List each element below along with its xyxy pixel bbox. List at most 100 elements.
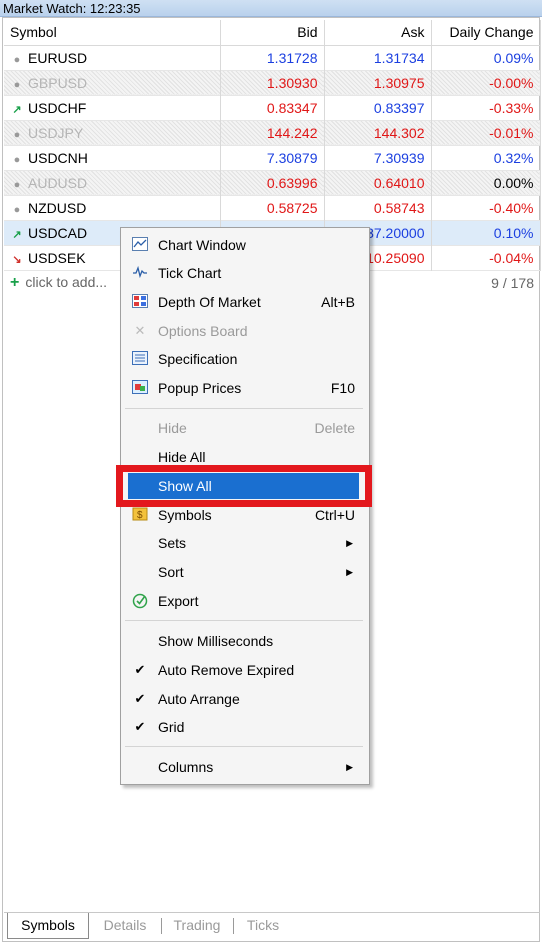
context-menu: Chart Window Tick Chart Depth Of Market … <box>120 227 370 785</box>
bid-value: 0.63996 <box>220 170 325 195</box>
menu-item-export[interactable]: Export <box>125 588 363 614</box>
symbol-name: NZDUSD <box>28 199 87 216</box>
ask-value: 0.58743 <box>324 195 432 220</box>
symbol-name: AUDUSD <box>28 174 88 191</box>
table-row[interactable]: ● NZDUSD 0.58725 0.58743 -0.40% <box>4 195 541 220</box>
symbol-name: USDCNH <box>28 149 88 166</box>
submenu-arrow-icon: ▶ <box>346 762 353 772</box>
tick-chart-icon <box>131 265 149 281</box>
symbol-name: GBPUSD <box>28 74 88 91</box>
tab-ticks[interactable]: Ticks <box>238 913 288 938</box>
options-board-icon: ✕ <box>134 323 146 338</box>
dot-icon: ● <box>13 53 21 66</box>
arrow-up-icon: ↗ <box>12 103 22 116</box>
table-row[interactable]: ● USDCNH 7.30879 7.30939 0.32% <box>4 145 541 170</box>
menu-item-auto-arrange[interactable]: ✔ Auto Arrange <box>125 686 363 712</box>
dot-icon: ● <box>13 78 21 91</box>
table-row[interactable]: ● GBPUSD 1.30930 1.30975 -0.00% <box>4 70 541 95</box>
symbols-icon: $ <box>131 507 149 523</box>
daily-change-value: 0.00% <box>431 170 541 195</box>
tab-separator <box>161 918 162 934</box>
add-symbol-label: click to add... <box>25 273 108 290</box>
arrow-down-icon: ↘ <box>12 253 22 266</box>
table-row[interactable]: ↗ USDCHF 0.83347 0.83397 -0.33% <box>4 95 541 120</box>
checkmark-icon: ✔ <box>134 691 146 706</box>
menu-item-tick-chart[interactable]: Tick Chart <box>125 260 363 286</box>
symbol-count: 9 / 178 <box>491 274 534 291</box>
ask-value: 0.83397 <box>324 95 432 120</box>
menu-separator <box>125 746 363 747</box>
bid-value: 0.58725 <box>220 195 325 220</box>
daily-change-value: -0.04% <box>431 245 541 270</box>
menu-item-show-all[interactable]: Show All <box>128 473 359 499</box>
column-header-bid[interactable]: Bid <box>220 20 325 46</box>
tab-symbols[interactable]: Symbols <box>7 913 89 939</box>
menu-separator <box>125 408 363 409</box>
menu-separator <box>125 620 363 621</box>
tab-details[interactable]: Details <box>94 913 156 938</box>
bid-value: 1.31728 <box>220 45 325 70</box>
dot-icon: ● <box>13 128 21 141</box>
menu-item-depth-of-market[interactable]: Depth Of Market Alt+B <box>125 289 363 315</box>
menu-item-chart-window[interactable]: Chart Window <box>125 232 363 258</box>
bid-value: 7.30879 <box>220 145 325 170</box>
popup-prices-icon <box>131 380 149 396</box>
daily-change-value: -0.00% <box>431 70 541 95</box>
menu-item-auto-remove-expired[interactable]: ✔ Auto Remove Expired <box>125 657 363 683</box>
symbol-name: USDJPY <box>28 124 84 141</box>
line-chart-icon <box>131 237 149 253</box>
window-title: Market Watch: 12:23:35 <box>0 0 542 17</box>
specification-icon <box>131 351 149 367</box>
menu-item-specification[interactable]: Specification <box>125 346 363 372</box>
ask-value: 7.30939 <box>324 145 432 170</box>
column-header-symbol[interactable]: Symbol <box>4 20 221 46</box>
tab-separator <box>233 918 234 934</box>
menu-item-sort[interactable]: Sort ▶ <box>125 559 363 585</box>
checkmark-icon: ✔ <box>134 662 146 677</box>
bottom-tab-bar: Symbols Details Trading Ticks <box>4 912 540 939</box>
dot-icon: ● <box>13 153 21 166</box>
submenu-arrow-icon: ▶ <box>346 567 353 577</box>
daily-change-value: 0.10% <box>431 220 541 245</box>
ask-value: 144.302 <box>324 120 432 145</box>
daily-change-value: -0.33% <box>431 95 541 120</box>
ask-value: 1.31734 <box>324 45 432 70</box>
table-row[interactable]: ● USDJPY 144.242 144.302 -0.01% <box>4 120 541 145</box>
table-row[interactable]: ● AUDUSD 0.63996 0.64010 0.00% <box>4 170 541 195</box>
symbol-name: USDSEK <box>28 249 86 266</box>
svg-text:$: $ <box>137 510 143 521</box>
depth-of-market-icon <box>131 294 149 310</box>
export-icon <box>131 593 149 609</box>
bid-value: 1.30930 <box>220 70 325 95</box>
daily-change-value: 0.09% <box>431 45 541 70</box>
arrow-up-icon: ↗ <box>12 228 22 241</box>
table-row[interactable]: ● EURUSD 1.31728 1.31734 0.09% <box>4 45 541 70</box>
menu-item-hide-all[interactable]: Hide All <box>125 444 363 470</box>
table-header: Symbol Bid Ask Daily Change <box>4 20 541 46</box>
column-header-ask[interactable]: Ask <box>324 20 432 46</box>
menu-item-popup-prices[interactable]: Popup Prices F10 <box>125 375 363 401</box>
menu-item-hide[interactable]: Hide Delete <box>125 415 363 441</box>
menu-item-sets[interactable]: Sets ▶ <box>125 530 363 556</box>
bid-value: 144.242 <box>220 120 325 145</box>
menu-item-columns[interactable]: Columns ▶ <box>125 754 363 780</box>
menu-item-options-board[interactable]: ✕ Options Board <box>125 318 363 344</box>
daily-change-value: 0.32% <box>431 145 541 170</box>
ask-value: 0.64010 <box>324 170 432 195</box>
tab-trading[interactable]: Trading <box>166 913 228 938</box>
menu-item-show-milliseconds[interactable]: Show Milliseconds <box>125 628 363 654</box>
submenu-arrow-icon: ▶ <box>346 538 353 548</box>
daily-change-value: -0.40% <box>431 195 541 220</box>
menu-item-symbols[interactable]: $ Symbols Ctrl+U <box>125 502 363 528</box>
symbol-name: USDCAD <box>28 224 88 241</box>
ask-value: 1.30975 <box>324 70 432 95</box>
daily-change-value: -0.01% <box>431 120 541 145</box>
plus-icon: + <box>10 273 20 291</box>
column-header-daily-change[interactable]: Daily Change <box>431 20 541 46</box>
dot-icon: ● <box>13 178 21 191</box>
menu-item-grid[interactable]: ✔ Grid <box>125 714 363 740</box>
bid-value: 0.83347 <box>220 95 325 120</box>
symbol-name: USDCHF <box>28 99 87 116</box>
symbol-name: EURUSD <box>28 49 88 66</box>
checkmark-icon: ✔ <box>134 719 146 734</box>
